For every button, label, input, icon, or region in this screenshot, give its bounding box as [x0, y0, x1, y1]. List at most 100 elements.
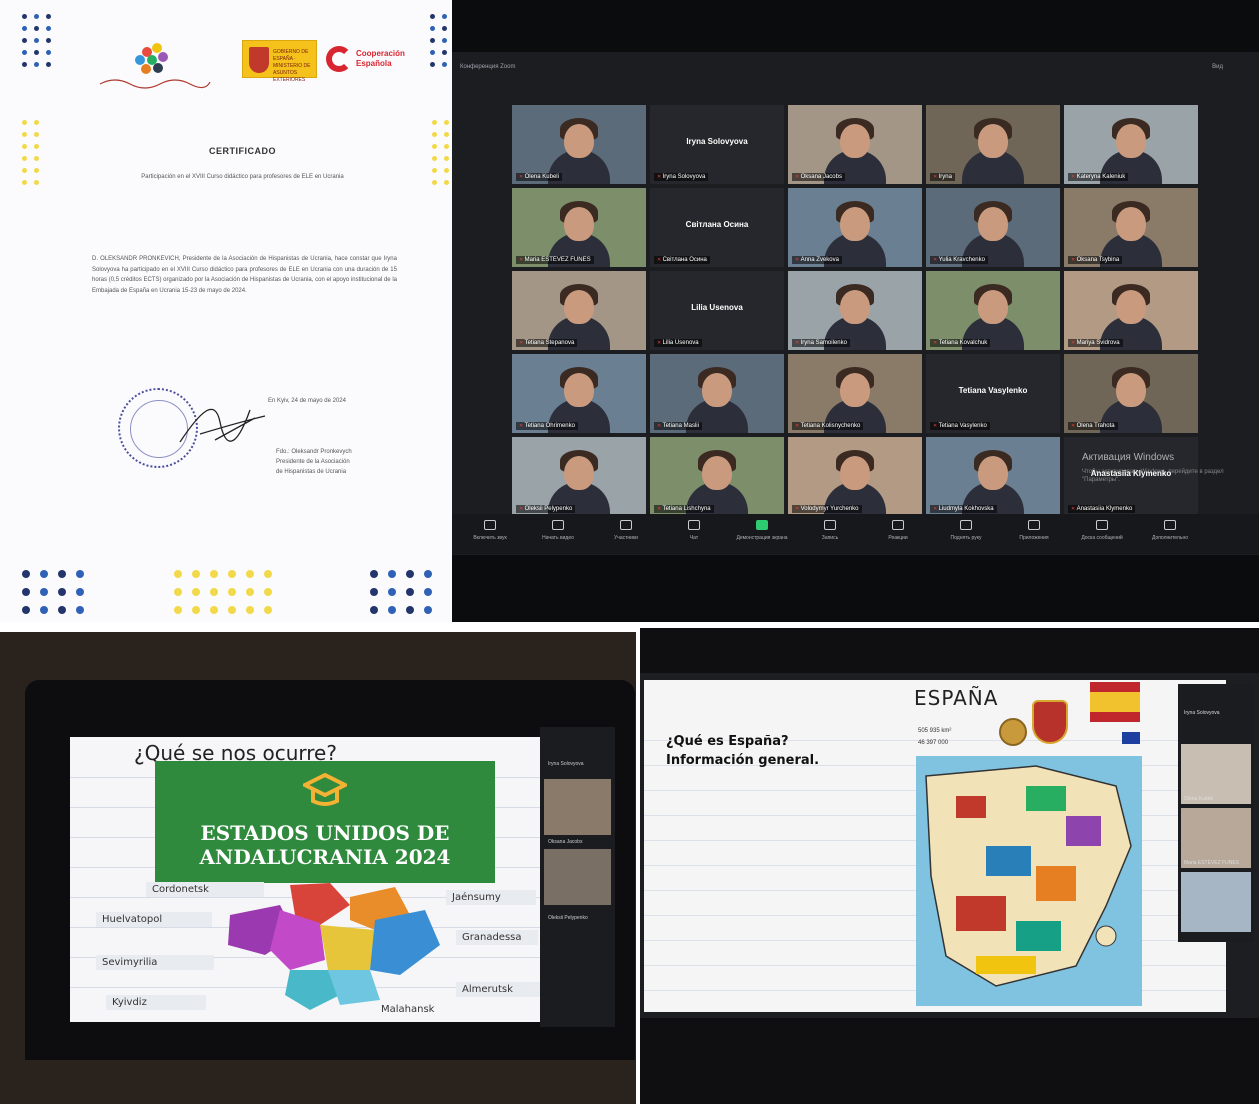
participant-name-label: Oksana Tsybina [1068, 256, 1123, 264]
participant-tile[interactable]: Olena Trahota [1064, 354, 1198, 433]
side-participant-name: Iryna Solovyova [1184, 710, 1220, 716]
toolbar-label: Демонстрация экрана [736, 535, 788, 541]
participant-tile[interactable]: Oksana Tsybina [1064, 188, 1198, 267]
spain-flag-icon [1090, 682, 1140, 722]
toolbar-button[interactable]: Поднять руку [936, 520, 996, 541]
toolbar-button[interactable]: Чат [664, 520, 724, 541]
participant-name-label: Oleksii Pelypenko [516, 505, 576, 513]
participant-tile[interactable]: Yulia Kravchenko [926, 188, 1060, 267]
toolbar-icon [892, 520, 904, 530]
cooperacion-logo: Cooperación Española [326, 44, 426, 78]
participant-tile[interactable]: Oksana Jacobs [788, 105, 922, 184]
participant-tile[interactable]: Lilia Usenova Lilia Usenova [650, 271, 784, 350]
city-label-cordonetsk: Cordonetsk [146, 882, 264, 897]
coat-of-arms-icon [1032, 700, 1068, 744]
participant-name-label: Liudmyla Kokhovska [930, 505, 997, 513]
espana-question: ¿Qué es España? Información general. [666, 732, 819, 770]
city-label-kyivdiz: Kyivdiz [106, 995, 206, 1010]
toolbar-button[interactable]: Запись [800, 520, 860, 541]
side-participant-name: Maria ESTÉVEZ FUNES [1184, 860, 1240, 866]
toolbar-icon [1164, 520, 1176, 530]
participant-name-label: Tetiana Maslii [654, 422, 702, 430]
participant-name-label: Iryna [930, 173, 955, 181]
participant-name-label: Kateryna Kaleniuk [1068, 173, 1129, 181]
city-label-huelvatopol: Huelvatopol [96, 912, 212, 927]
participant-tile[interactable]: Kateryna Kaleniuk [1064, 105, 1198, 184]
participant-name-label: Tetiana Ohrimenko [516, 422, 578, 430]
participant-tile[interactable]: Tetiana Maslii [650, 354, 784, 433]
zoom-view-button[interactable]: Вид [1212, 64, 1223, 70]
city-label-granadessa: Granadessa [456, 930, 538, 945]
decor-dots-bottom-left [22, 570, 84, 614]
city-label-almerutsk: Almerutsk [456, 982, 540, 997]
toolbar-icon [484, 520, 496, 530]
participant-tile[interactable]: Iryna Solovyova Iryna Solovyova [650, 105, 784, 184]
toolbar-label: Поднять руку [950, 535, 982, 541]
banner-title: ESTADOS UNIDOS DE ANDALUCRANIA 2024 [199, 821, 451, 869]
participant-tile[interactable]: Tetiana Kolisnychenko [788, 354, 922, 433]
participant-name-label: Tetiana Kovalchuk [930, 339, 991, 347]
windows-activation-watermark: Активация Windows [1082, 452, 1175, 463]
participant-name-label: Tetiana Vasylenko [930, 422, 990, 430]
participant-tile[interactable]: Oleksii Pelypenko [512, 437, 646, 516]
handwritten-signature [179, 408, 266, 443]
participant-tile[interactable]: Iryna [926, 105, 1060, 184]
cooperacion-c-icon [326, 46, 352, 72]
toolbar-icon [1028, 520, 1040, 530]
toolbar-button[interactable]: Начать видео [528, 520, 588, 541]
participant-tile[interactable]: Tetiana Kovalchuk [926, 271, 1060, 350]
participant-tile[interactable]: Tetiana Lishchyna [650, 437, 784, 516]
participant-tile[interactable]: Liudmyla Kokhovska [926, 437, 1060, 516]
participant-name-label: Iryna Solovyova [654, 173, 709, 181]
toolbar-icon [824, 520, 836, 530]
monitor-participant-panel: Iryna Solovyova Olena Kubeli Maria ESTÉV… [1178, 684, 1254, 942]
participant-tile[interactable]: Mariya Svidrova [1064, 271, 1198, 350]
gov-logo-text: GOBIERNO DE ESPAÑA · MINISTERIO DE ASUNT… [273, 49, 311, 83]
participant-tile[interactable]: Maria ESTÉVEZ FUNES [512, 188, 646, 267]
spain-government-logo: GOBIERNO DE ESPAÑA · MINISTERIO DE ASUNT… [242, 40, 317, 83]
toolbar-label: Реакции [888, 535, 908, 541]
participant-name-label: Anastasiia Klymenko [1068, 505, 1136, 513]
andalucrania-banner: ESTADOS UNIDOS DE ANDALUCRANIA 2024 [155, 761, 495, 883]
participant-tile[interactable]: Світлана Осина Світлана Осина [650, 188, 784, 267]
toolbar-button[interactable]: Демонстрация экрана [732, 520, 792, 541]
participant-tile[interactable]: Tetiana Vasylenko Tetiana Vasylenko [926, 354, 1060, 433]
side-participant-video [544, 849, 611, 905]
participant-tile[interactable]: Tetiana Ohrimenko [512, 354, 646, 433]
participant-tile[interactable]: Volodymyr Yurchenko [788, 437, 922, 516]
participant-tile[interactable]: Anna Zvekova [788, 188, 922, 267]
certificate-body: D. OLEKSANDR PRONKEVICH, Presidente de l… [92, 256, 397, 294]
graduation-cap-icon [303, 773, 347, 806]
participant-display-name: Iryna Solovyova [686, 137, 748, 146]
participant-tile[interactable]: Olena Kubeli [512, 105, 646, 184]
espana-whiteboard: ESPAÑA ¿Qué es España? Información gener… [644, 680, 1226, 1012]
certificate-panel: GOBIERNO DE ESPAÑA · MINISTERIO DE ASUNT… [0, 0, 452, 622]
participant-name-label: Volodymyr Yurchenko [792, 505, 862, 513]
toolbar-label: Начать видео [542, 535, 574, 541]
question-line-2: Información general. [666, 753, 820, 768]
participant-tile[interactable]: Tetiana Stepanova [512, 271, 646, 350]
toolbar-icon [1096, 520, 1108, 530]
decor-dots-left-yellow [22, 120, 39, 185]
certificate-title: CERTIFICADO [209, 146, 276, 156]
side-participant-video [1181, 872, 1251, 932]
toolbar-button[interactable]: Включить звук [460, 520, 520, 541]
toolbar-button[interactable]: Участники [596, 520, 656, 541]
eu-flag-icon [1122, 732, 1140, 744]
participant-tile[interactable]: Iryna Samoilenko [788, 271, 922, 350]
participant-name-label: Olena Trahota [1068, 422, 1118, 430]
toolbar-button[interactable]: Доска сообщений [1072, 520, 1132, 541]
certificate-date: En Kyiv, 24 de mayo de 2024 [268, 398, 346, 404]
participant-name-label: Tetiana Stepanova [516, 339, 578, 347]
participant-name-label: Anna Zvekova [792, 256, 842, 264]
laptop-andalucrania-photo: ¿Qué se nos ocurre? ESTADOS UNIDOS DE AN… [0, 632, 636, 1104]
participant-name-label: Lilia Usenova [654, 339, 702, 347]
toolbar-icon [620, 520, 632, 530]
toolbar-label: Дополнительно [1152, 535, 1188, 541]
toolbar-button[interactable]: Дополнительно [1140, 520, 1200, 541]
toolbar-label: Запись [821, 535, 839, 541]
toolbar-button[interactable]: Приложения [1004, 520, 1064, 541]
city-label-sevimyrilia: Sevimyrilia [96, 955, 214, 970]
toolbar-label: Чат [689, 535, 699, 541]
toolbar-button[interactable]: Реакции [868, 520, 928, 541]
